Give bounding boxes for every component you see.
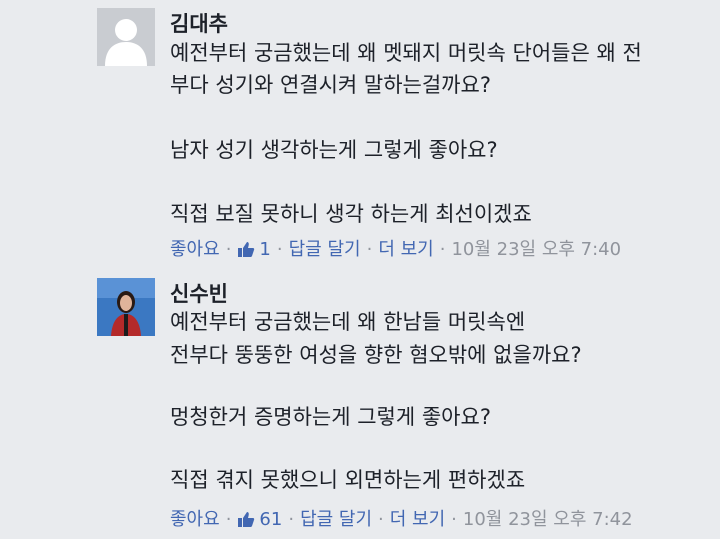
default-avatar-icon [97, 8, 155, 66]
separator-dot: · [378, 509, 384, 530]
comment-text-line: 예전부터 궁금했는데 왜 한남들 머릿속엔 [170, 310, 526, 334]
like-count[interactable]: 61 [259, 506, 282, 534]
comment-item: 김대추 예전부터 궁금했는데 왜 멧돼지 머릿속 단어들은 왜 전 부다 성기와… [0, 0, 720, 272]
comment-text-line: 전부다 뚱뚱한 여성을 향한 혐오밖에 없을까요? [170, 343, 582, 367]
avatar[interactable] [97, 8, 155, 66]
like-link[interactable]: 좋아요 [170, 506, 220, 534]
comment-timestamp[interactable]: 10월 23일 오후 7:40 [451, 236, 621, 264]
comment-item: 신수빈 예전부터 궁금했는데 왜 한남들 머릿속엔 전부다 뚱뚱한 여성을 향한… [0, 272, 720, 539]
comment-text-line: 멍청한거 증명하는게 그렇게 좋아요? [170, 405, 491, 429]
avatar[interactable] [97, 278, 155, 336]
comment-text-line: 남자 성기 생각하는게 그렇게 좋아요? [170, 138, 498, 162]
comment-actions: 좋아요 · 1 · 답글 달기 · 더 보기 · 10월 23일 오후 7:40 [170, 236, 621, 264]
comment-text-line: 부다 성기와 연결시켜 말하는걸까요? [170, 73, 491, 97]
comment-text-line: 예전부터 궁금했는데 왜 멧돼지 머릿속 단어들은 왜 전 [170, 41, 642, 65]
comment-text-line: 직접 보질 못하니 생각 하는게 최선이겠죠 [170, 202, 532, 226]
thumbs-up-icon[interactable] [237, 241, 255, 259]
profile-photo-icon [97, 278, 155, 336]
separator-dot: · [451, 509, 457, 530]
separator-dot: · [366, 239, 373, 260]
reply-link[interactable]: 답글 달기 [300, 506, 372, 534]
more-link[interactable]: 더 보기 [378, 236, 433, 264]
more-link[interactable]: 더 보기 [390, 506, 445, 534]
separator-dot: · [288, 509, 295, 530]
like-count[interactable]: 1 [259, 236, 270, 264]
separator-dot: · [276, 239, 283, 260]
comment-actions: 좋아요 · 61 · 답글 달기 · 더 보기 · 10월 23일 오후 7:4… [170, 506, 633, 534]
comment-author[interactable]: 김대추 [170, 8, 228, 38]
separator-dot: · [439, 239, 446, 260]
like-link[interactable]: 좋아요 [170, 236, 220, 264]
comment-text-line: 직접 겪지 못했으니 외면하는게 편하겠죠 [170, 468, 526, 492]
comment-timestamp[interactable]: 10월 23일 오후 7:42 [463, 506, 633, 534]
comment-author[interactable]: 신수빈 [170, 278, 228, 308]
reply-link[interactable]: 답글 달기 [289, 236, 361, 264]
separator-dot: · [225, 509, 232, 530]
separator-dot: · [225, 239, 232, 260]
thumbs-up-icon[interactable] [237, 511, 255, 529]
